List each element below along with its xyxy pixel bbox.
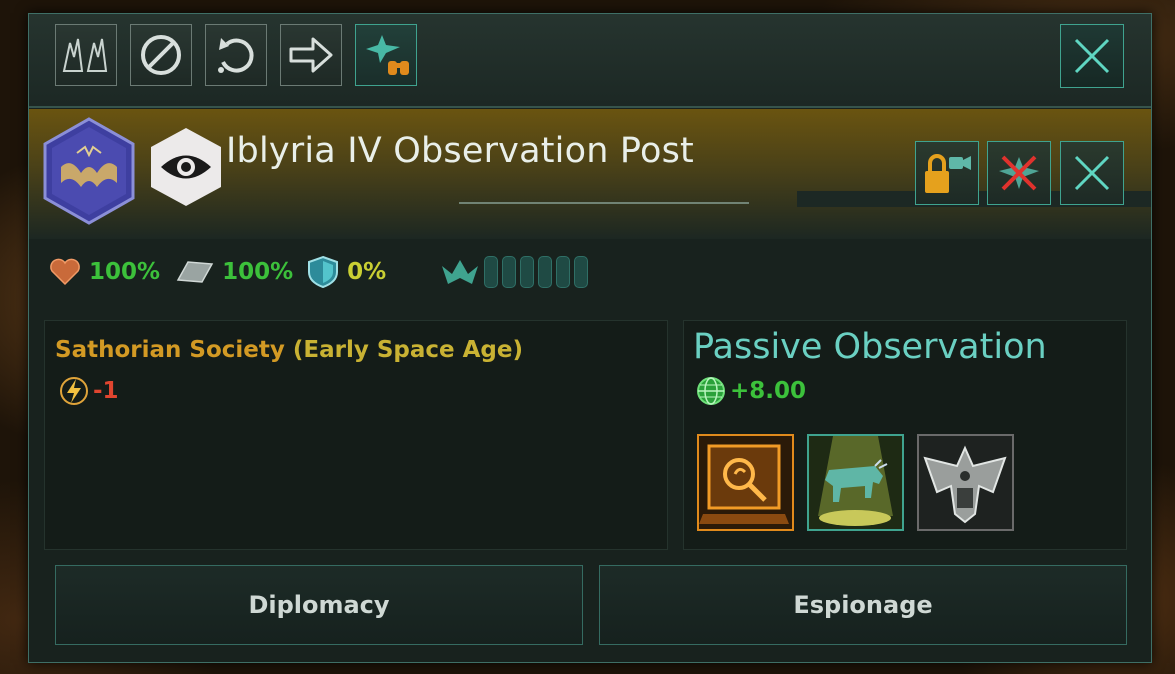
livestock-abduction-modifier[interactable] xyxy=(807,434,904,531)
alien-ship-icon xyxy=(923,445,1007,524)
society-research-icon xyxy=(697,377,725,405)
fleet-formation-button[interactable] xyxy=(55,24,117,86)
society-research-gain: +8.00 xyxy=(695,375,806,407)
ship-stats: 100% 100% 0% xyxy=(49,254,589,290)
hull-heart-icon xyxy=(50,258,80,286)
observation-mode-title: Passive Observation xyxy=(693,327,1047,367)
cancel-order-button[interactable] xyxy=(130,24,192,86)
move-arrow-icon xyxy=(289,37,333,73)
armor-icon xyxy=(176,261,214,283)
society-label: Sathorian Society (Early Space Age) xyxy=(55,337,523,363)
fleet-size-ship-icon xyxy=(442,260,479,284)
cancel-icon xyxy=(141,35,181,75)
return-icon xyxy=(218,38,254,73)
energy-value: -1 xyxy=(93,378,119,404)
station-title: Iblyria IV Observation Post xyxy=(226,131,694,171)
fleet-pip xyxy=(574,256,589,288)
fleet-pip xyxy=(520,256,535,288)
lock-camera-button[interactable] xyxy=(915,141,979,205)
research-terminal-icon xyxy=(699,444,789,524)
observation-post-eye-icon xyxy=(151,128,221,206)
close-icon xyxy=(1074,155,1110,191)
energy-modifier: -1 xyxy=(59,375,119,407)
observation-post-panel: Iblyria IV Observation Post 100% 100% 0%… xyxy=(28,13,1152,663)
livestock-abduction-icon xyxy=(818,436,893,526)
society-research-value: +8.00 xyxy=(730,378,807,404)
disband-ship-icon xyxy=(999,155,1039,191)
fleet-toolbar xyxy=(29,14,1151,108)
observation-mode-button[interactable] xyxy=(355,24,417,86)
sathorian-empire-emblem-icon xyxy=(43,117,135,225)
espionage-button[interactable]: Espionage xyxy=(599,565,1127,645)
energy-icon xyxy=(60,377,88,405)
shield-icon xyxy=(308,255,339,289)
lock-camera-icon xyxy=(925,154,971,193)
move-button[interactable] xyxy=(280,24,342,86)
fleet-formation-icon xyxy=(62,38,108,72)
society-name: Sathorian Society xyxy=(55,337,285,363)
header-close-button[interactable] xyxy=(1060,141,1124,205)
fleet-pip xyxy=(484,256,499,288)
fleet-pip xyxy=(502,256,517,288)
observation-station-binoculars-icon xyxy=(366,35,409,75)
fleet-pip xyxy=(538,256,553,288)
disband-ship-button[interactable] xyxy=(987,141,1051,205)
title-underline xyxy=(459,202,749,204)
return-button[interactable] xyxy=(205,24,267,86)
armor-value: 100% xyxy=(222,259,294,285)
toolbar-close-button[interactable] xyxy=(1060,24,1124,88)
hull-value: 100% xyxy=(89,259,161,285)
society-age: (Early Space Age) xyxy=(292,337,524,363)
close-icon xyxy=(1074,38,1110,74)
alien-ship-modifier[interactable] xyxy=(917,434,1014,531)
fleet-pip xyxy=(556,256,571,288)
shields-value: 0% xyxy=(347,259,387,285)
diplomacy-button[interactable]: Diplomacy xyxy=(55,565,583,645)
research-terminal-modifier[interactable] xyxy=(697,434,794,531)
